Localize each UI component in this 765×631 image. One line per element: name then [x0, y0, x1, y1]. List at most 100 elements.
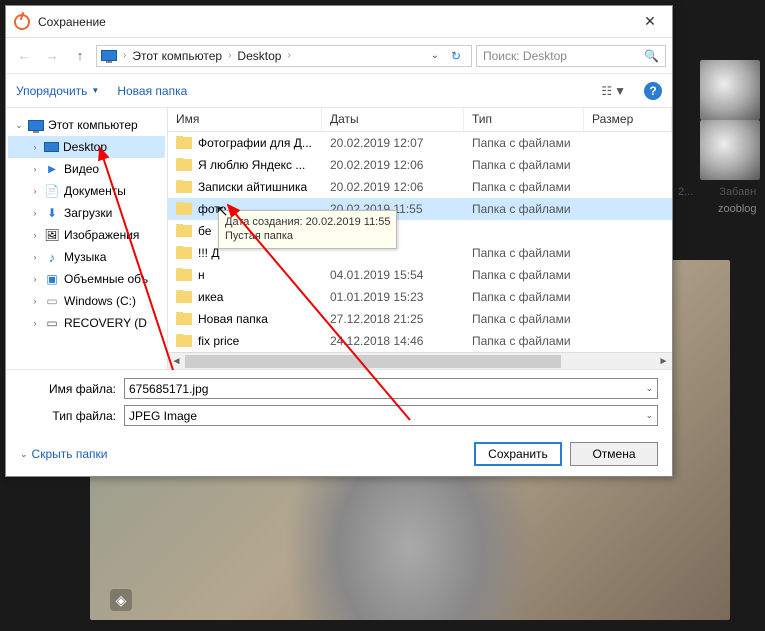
save-button[interactable]: Сохранить	[474, 442, 562, 466]
chevron-down-icon: ▼	[91, 86, 99, 95]
col-date[interactable]: Даты	[322, 108, 464, 131]
new-folder-button[interactable]: Новая папка	[117, 84, 187, 98]
close-button[interactable]: ✕	[628, 6, 672, 37]
tree-item[interactable]: ›Объемные объ	[8, 268, 165, 290]
folder-icon	[176, 181, 192, 193]
folder-tooltip: Дата создания: 20.02.2019 11:55 Пустая п…	[218, 210, 397, 249]
i-music-icon	[44, 249, 60, 265]
thumb-caption: 2...	[678, 186, 693, 199]
yandex-icon	[14, 14, 30, 30]
expander-icon[interactable]: ›	[30, 164, 40, 174]
save-dialog: Сохранение ✕ ← → ↑ › Этот компьютер › De…	[5, 5, 673, 477]
search-input[interactable]: Поиск: Desktop 🔍	[476, 45, 666, 67]
filetype-label: Тип файла:	[20, 409, 116, 423]
thumb-caption: Забавн	[719, 186, 756, 199]
chevron-down-icon: ⌄	[20, 449, 28, 460]
expander-icon[interactable]: ›	[30, 252, 40, 262]
titlebar: Сохранение ✕	[6, 6, 672, 38]
address-bar[interactable]: › Этот компьютер › Desktop › ⌄ ↻	[96, 45, 472, 67]
pc-icon	[28, 120, 44, 131]
column-headers: Имя Даты Тип Размер	[168, 108, 672, 132]
toolbar: Упорядочить ▼ Новая папка ☷ ▼ ?	[6, 74, 672, 108]
col-size[interactable]: Размер	[584, 108, 672, 131]
chevron-right-icon: ›	[123, 50, 126, 61]
expander-icon[interactable]: ›	[30, 186, 40, 196]
tree-root[interactable]: ⌄ Этот компьютер	[8, 114, 165, 136]
bookmark-icon: ◈	[110, 589, 132, 611]
file-row[interactable]: икеа01.01.2019 15:23Папка с файлами	[168, 286, 672, 308]
tree-item[interactable]: ›RECOVERY (D	[8, 312, 165, 334]
expander-icon[interactable]: ›	[30, 142, 40, 152]
navbar: ← → ↑ › Этот компьютер › Desktop › ⌄ ↻ П…	[6, 38, 672, 74]
tree-item[interactable]: ›Desktop	[8, 136, 165, 158]
chevron-right-icon: ›	[228, 50, 231, 61]
file-list: Имя Даты Тип Размер Дата создания: 20.02…	[168, 108, 672, 369]
folder-icon	[176, 313, 192, 325]
expander-icon[interactable]: ⌄	[14, 120, 24, 131]
cancel-button[interactable]: Отмена	[570, 442, 658, 466]
filename-label: Имя файла:	[20, 382, 116, 396]
expander-icon[interactable]: ›	[30, 296, 40, 306]
filetype-select[interactable]: JPEG Image ⌄	[124, 405, 658, 426]
breadcrumb-item[interactable]: Desktop	[237, 49, 281, 63]
folder-icon	[176, 225, 192, 237]
forward-button[interactable]: →	[40, 44, 64, 68]
folder-icon	[176, 203, 192, 215]
chevron-down-icon[interactable]: ⌄	[645, 383, 653, 394]
file-row[interactable]: Я люблю Яндекс ...20.02.2019 12:06Папка …	[168, 154, 672, 176]
hide-folders-link[interactable]: ⌄ Скрыть папки	[20, 447, 107, 461]
expander-icon[interactable]: ›	[30, 208, 40, 218]
tree-item[interactable]: ›Изображения	[8, 224, 165, 246]
organize-menu[interactable]: Упорядочить ▼	[16, 84, 99, 98]
thumb-source: zooblog	[718, 203, 760, 216]
col-name[interactable]: Имя	[168, 108, 322, 131]
expander-icon[interactable]: ›	[30, 274, 40, 284]
file-row[interactable]: Фотографии для Д...20.02.2019 12:07Папка…	[168, 132, 672, 154]
file-row[interactable]: fix price24.12.2018 14:46Папка с файлами	[168, 330, 672, 352]
horizontal-scrollbar[interactable]: ◄ ►	[168, 352, 672, 369]
tree-item[interactable]: ›Windows (C:)	[8, 290, 165, 312]
pc-icon	[101, 50, 117, 61]
i-img-icon	[44, 227, 60, 243]
file-row[interactable]: н04.01.2019 15:54Папка с файлами	[168, 264, 672, 286]
refresh-icon[interactable]: ↻	[445, 49, 467, 63]
chevron-down-icon[interactable]: ⌄	[645, 410, 653, 421]
i-3d-icon	[44, 271, 60, 287]
tree-item[interactable]: ›Видео	[8, 158, 165, 180]
help-button[interactable]: ?	[644, 82, 662, 100]
dialog-actions: ⌄ Скрыть папки Сохранить Отмена	[6, 436, 672, 476]
i-video-icon	[44, 161, 60, 177]
scroll-left-icon[interactable]: ◄	[168, 356, 185, 367]
tree-item[interactable]: ›Загрузки	[8, 202, 165, 224]
thumbnail[interactable]	[700, 120, 760, 180]
search-placeholder: Поиск: Desktop	[483, 49, 567, 63]
folder-icon	[176, 335, 192, 347]
i-recov-icon	[44, 315, 60, 331]
tree-item[interactable]: ›Музыка	[8, 246, 165, 268]
breadcrumb-item[interactable]: Этот компьютер	[132, 49, 222, 63]
folder-tree: ⌄ Этот компьютер ›Desktop›Видео›Документ…	[6, 108, 168, 369]
folder-icon	[176, 247, 192, 259]
i-disk-icon	[44, 293, 60, 309]
dialog-title: Сохранение	[38, 15, 106, 29]
file-row[interactable]: Новая папка27.12.2018 21:25Папка с файла…	[168, 308, 672, 330]
scroll-thumb[interactable]	[185, 355, 561, 368]
tree-item[interactable]: ›Документы	[8, 180, 165, 202]
scroll-right-icon[interactable]: ►	[655, 356, 672, 367]
filename-input[interactable]: 675685171.jpg ⌄	[124, 378, 658, 399]
expander-icon[interactable]: ›	[30, 230, 40, 240]
view-mode-button[interactable]: ☷ ▼	[601, 84, 626, 98]
sidebar-thumbnails: 2... Забавн zooblog	[670, 60, 760, 216]
thumbnail[interactable]	[700, 60, 760, 120]
back-button[interactable]: ←	[12, 44, 36, 68]
up-button[interactable]: ↑	[68, 44, 92, 68]
col-type[interactable]: Тип	[464, 108, 584, 131]
file-row[interactable]: Записки айтишника20.02.2019 12:06Папка с…	[168, 176, 672, 198]
chevron-right-icon: ›	[287, 50, 290, 61]
folder-icon	[176, 269, 192, 281]
expander-icon[interactable]: ›	[30, 318, 40, 328]
folder-icon	[176, 137, 192, 149]
chevron-down-icon[interactable]: ⌄	[431, 50, 439, 61]
filename-section: Имя файла: 675685171.jpg ⌄ Тип файла: JP…	[6, 369, 672, 436]
i-docs-icon	[44, 183, 60, 199]
